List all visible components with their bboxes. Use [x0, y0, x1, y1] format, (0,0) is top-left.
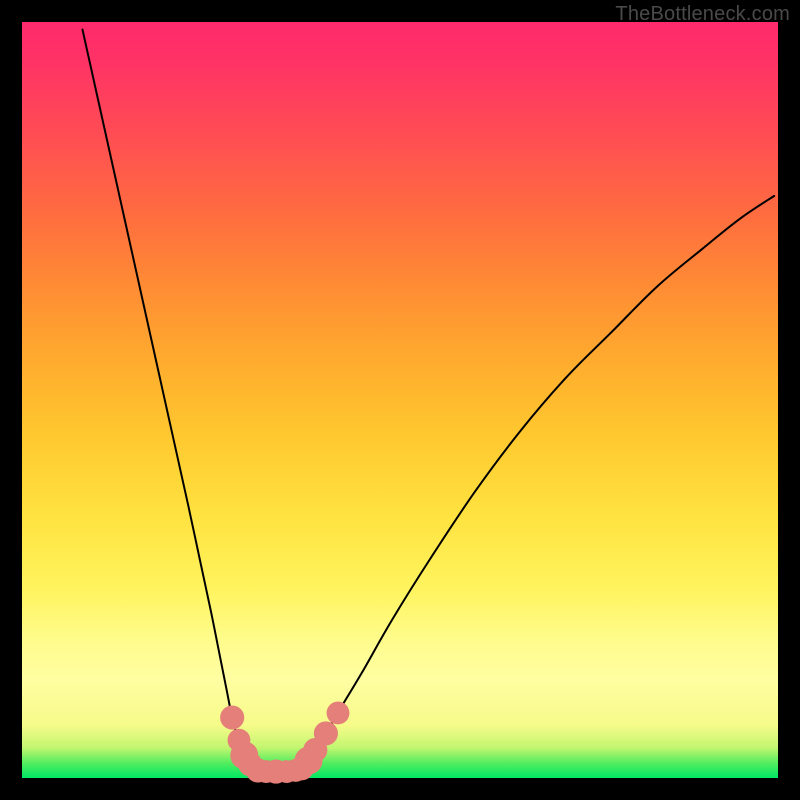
valley-markers	[220, 702, 349, 784]
valley-marker	[314, 721, 338, 745]
watermark-text: TheBottleneck.com	[615, 3, 790, 26]
series-right-branch	[298, 196, 774, 771]
chart-frame: TheBottleneck.com	[0, 0, 800, 800]
valley-marker	[220, 705, 244, 729]
curve-layer	[22, 22, 778, 778]
valley-marker	[327, 702, 350, 725]
bottleneck-curve	[82, 30, 774, 772]
plot-area	[22, 22, 778, 778]
series-left-branch	[82, 30, 257, 771]
